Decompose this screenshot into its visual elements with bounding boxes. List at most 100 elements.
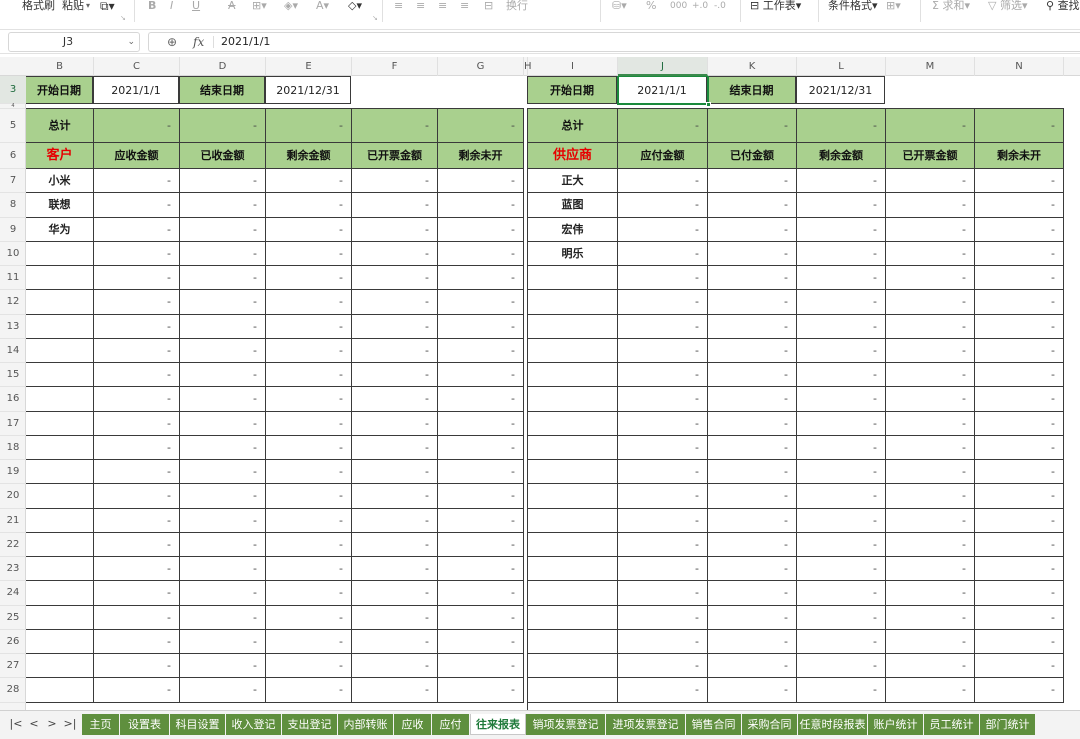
column-header-i[interactable]: I <box>528 57 618 76</box>
right-table-amount-cell[interactable]: - <box>618 581 708 606</box>
left-table-amount-cell[interactable]: - <box>94 193 180 218</box>
right-table-amount-cell[interactable]: - <box>886 532 975 557</box>
left-table-amount-cell[interactable]: - <box>266 338 352 363</box>
cell-style-icon[interactable]: ⊞▾ <box>886 0 901 14</box>
right-table-amount-cell[interactable]: - <box>708 411 797 436</box>
conditional-format-button[interactable]: 条件格式▾ <box>828 0 878 14</box>
justify-icon[interactable]: ≡ <box>460 0 469 14</box>
right-table-name-cell[interactable] <box>528 387 618 412</box>
align-center-icon[interactable]: ≡ <box>416 0 425 14</box>
right-table-amount-cell[interactable]: - <box>886 460 975 485</box>
left-table-name-cell[interactable] <box>26 605 94 630</box>
left-table-amount-cell[interactable]: - <box>266 484 352 509</box>
formula-input[interactable]: ⊕ fx 2021/1/1 <box>148 32 1080 52</box>
column-header-m[interactable]: M <box>886 57 975 76</box>
right-table-amount-cell[interactable]: - <box>975 605 1064 630</box>
sheet-tab[interactable]: 内部转账 <box>338 714 394 735</box>
left-table-amount-cell[interactable]: - <box>266 460 352 485</box>
right-table-amount-cell[interactable]: - <box>708 217 797 242</box>
left-table-party-header[interactable]: 客户 <box>26 143 94 169</box>
right-table-amount-cell[interactable]: - <box>975 557 1064 582</box>
left-table-amount-cell[interactable]: - <box>266 387 352 412</box>
row-header-16[interactable]: 16 <box>0 387 26 412</box>
left-table-amount-cell[interactable]: - <box>438 387 524 412</box>
sheet-tab[interactable]: 员工统计 <box>924 714 980 735</box>
right-table-name-cell[interactable] <box>528 435 618 460</box>
right-table-name-cell[interactable]: 蓝图 <box>528 193 618 218</box>
last-sheet-icon[interactable]: >| <box>62 715 78 733</box>
right-table-amount-cell[interactable]: - <box>618 363 708 388</box>
underline-button[interactable]: U <box>192 0 200 14</box>
right-table-amount-cell[interactable]: - <box>797 629 886 654</box>
left-table-amount-cell[interactable]: - <box>94 314 180 339</box>
left-table-amount-cell[interactable]: - <box>352 484 438 509</box>
right-table-amount-cell[interactable]: - <box>975 532 1064 557</box>
right-table-amount-cell[interactable]: - <box>797 484 886 509</box>
right-table-amount-cell[interactable]: - <box>886 508 975 533</box>
left-table-amount-cell[interactable]: - <box>180 338 266 363</box>
right-table-amount-cell[interactable]: - <box>886 605 975 630</box>
right-table-amount-cell[interactable]: - <box>886 314 975 339</box>
column-header-j[interactable]: J <box>618 57 708 76</box>
left-table-name-cell[interactable] <box>26 435 94 460</box>
left-table-amount-cell[interactable]: - <box>266 581 352 606</box>
right-table-name-cell[interactable] <box>528 314 618 339</box>
left-table-name-cell[interactable] <box>26 290 94 315</box>
column-header-g[interactable]: G <box>438 57 524 76</box>
right-table-name-cell[interactable] <box>528 678 618 703</box>
left-table-amount-cell[interactable]: - <box>438 678 524 703</box>
right-table-name-cell[interactable] <box>528 581 618 606</box>
right-table-name-cell[interactable] <box>528 266 618 291</box>
left-table-amount-cell[interactable]: - <box>352 654 438 679</box>
left-table-amount-cell[interactable]: - <box>180 169 266 194</box>
right-table-name-cell[interactable] <box>528 629 618 654</box>
right-table-amount-cell[interactable]: - <box>797 532 886 557</box>
right-table-start-date-label[interactable]: 开始日期 <box>527 76 617 104</box>
left-table-amount-cell[interactable]: - <box>352 678 438 703</box>
thousands-icon[interactable]: 000 <box>670 0 687 14</box>
sheet-tab[interactable]: 科目设置 <box>170 714 226 735</box>
right-table-amount-cell[interactable]: - <box>618 629 708 654</box>
wrap-text-button[interactable]: 换行 <box>506 0 528 14</box>
right-table-name-cell[interactable] <box>528 654 618 679</box>
right-table-amount-cell[interactable]: - <box>708 508 797 533</box>
fill-color-icon[interactable]: ◈▾ <box>284 0 298 14</box>
column-header-n[interactable]: N <box>975 57 1064 76</box>
right-table-amount-cell[interactable]: - <box>618 557 708 582</box>
left-table-amount-cell[interactable]: - <box>266 435 352 460</box>
right-table-amount-cell[interactable]: - <box>708 557 797 582</box>
right-table-total-value[interactable]: - <box>618 109 708 143</box>
left-table-amount-cell[interactable]: - <box>266 290 352 315</box>
left-table-amount-cell[interactable]: - <box>94 654 180 679</box>
right-table-amount-cell[interactable]: - <box>618 387 708 412</box>
right-table-amount-cell[interactable]: - <box>886 484 975 509</box>
right-table-amount-cell[interactable]: - <box>618 411 708 436</box>
column-header-b[interactable]: B <box>26 57 94 76</box>
row-header-19[interactable]: 19 <box>0 460 26 485</box>
left-table-amount-cell[interactable]: - <box>180 508 266 533</box>
row-header-28[interactable]: 28 <box>0 678 26 703</box>
column-header-k[interactable]: K <box>708 57 797 76</box>
right-table-amount-cell[interactable]: - <box>886 217 975 242</box>
right-table-name-cell[interactable] <box>528 508 618 533</box>
left-table-name-cell[interactable] <box>26 581 94 606</box>
right-table-name-cell[interactable] <box>528 605 618 630</box>
left-table-amount-cell[interactable]: - <box>180 193 266 218</box>
left-table-amount-cell[interactable]: - <box>180 363 266 388</box>
left-table-amount-cell[interactable]: - <box>438 557 524 582</box>
left-table-amount-cell[interactable]: - <box>94 484 180 509</box>
percent-icon[interactable]: % <box>646 0 656 14</box>
left-table-amount-cell[interactable]: - <box>266 678 352 703</box>
left-table-amount-cell[interactable]: - <box>180 241 266 266</box>
left-table-amount-cell[interactable]: - <box>352 581 438 606</box>
first-sheet-icon[interactable]: |< <box>8 715 24 733</box>
left-table-amount-cell[interactable]: - <box>180 435 266 460</box>
right-table-name-cell[interactable] <box>528 484 618 509</box>
row-header-23[interactable]: 23 <box>0 557 26 582</box>
left-table-amount-cell[interactable]: - <box>266 532 352 557</box>
right-table-amount-cell[interactable]: - <box>797 241 886 266</box>
name-box[interactable]: J3 ⌄ <box>8 32 140 52</box>
number-format-icon[interactable]: ⛁▾ <box>612 0 627 14</box>
left-table-amount-cell[interactable]: - <box>352 338 438 363</box>
chevron-down-icon[interactable]: ⌄ <box>127 33 135 51</box>
